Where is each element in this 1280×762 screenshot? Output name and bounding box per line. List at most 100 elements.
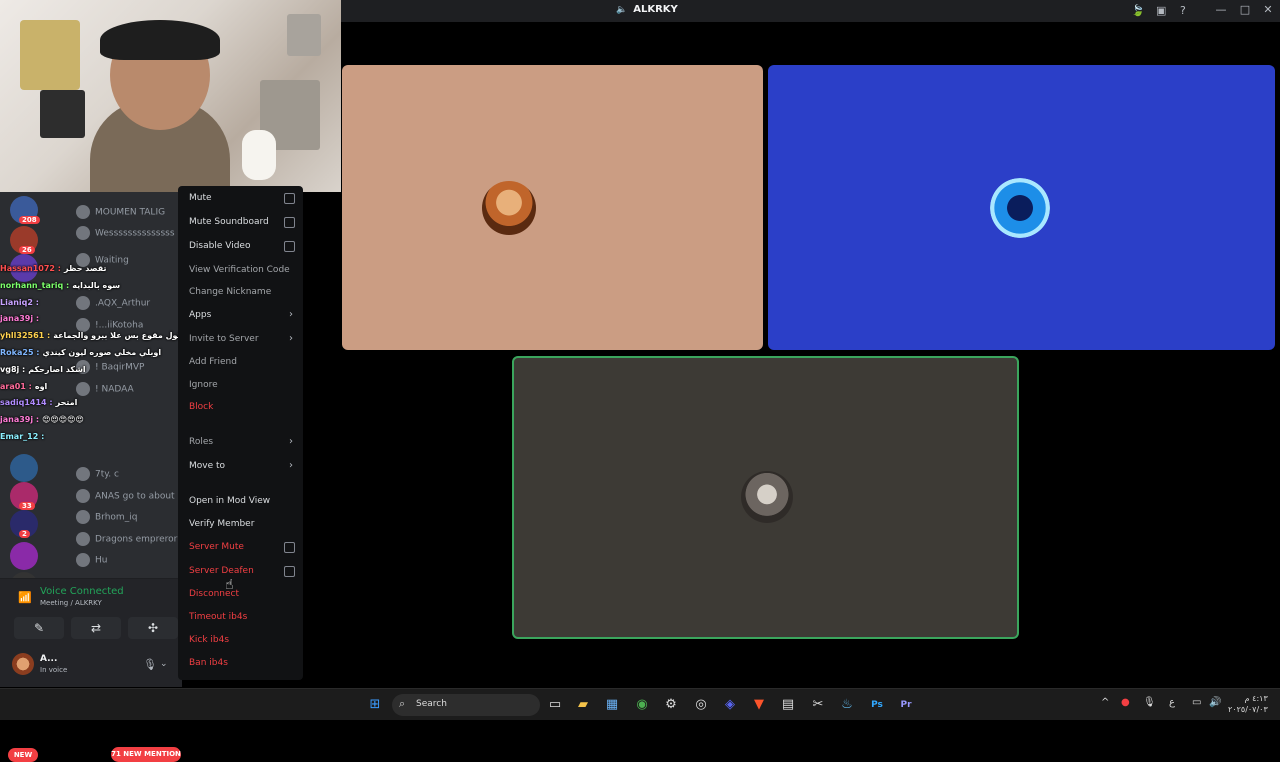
- avatar: [76, 489, 90, 503]
- chat-text: سوه بالبدايه: [72, 280, 121, 290]
- chevron-right-icon: ›: [289, 460, 293, 471]
- checkbox[interactable]: [284, 241, 295, 252]
- chevron-right-icon: ›: [289, 436, 293, 447]
- checkbox[interactable]: [284, 217, 295, 228]
- premiere-icon[interactable]: Pr: [896, 695, 916, 715]
- taskbar-search[interactable]: ⌕ Search: [392, 694, 540, 716]
- participant-tile-speaking[interactable]: [512, 356, 1019, 639]
- menu-roles[interactable]: Roles ›: [189, 433, 297, 451]
- menu-apps[interactable]: Apps ›: [189, 306, 297, 324]
- avatar[interactable]: [12, 653, 34, 675]
- member-name: ANAS go to about n: [95, 491, 184, 502]
- play-button-plaque: [20, 20, 80, 90]
- menu-item-label: Ban ib4s: [189, 658, 228, 668]
- menu-server-deafen[interactable]: Server Deafen: [189, 562, 297, 580]
- new-unread-pill[interactable]: NEW: [8, 748, 38, 762]
- document-icon[interactable]: ▤: [778, 695, 798, 715]
- checkbox[interactable]: [284, 542, 295, 553]
- store-icon[interactable]: ▦: [602, 695, 622, 715]
- member-item[interactable]: 7ty. c: [76, 467, 119, 483]
- tray-app-icon[interactable]: ●: [1121, 697, 1130, 708]
- clock-date: ٢٠٢٥/٠٧/٠٣: [1228, 705, 1268, 714]
- close-button[interactable]: ✕: [1259, 3, 1277, 16]
- chat-message: jana39j : 😍😍😍😍😍: [0, 415, 84, 424]
- menu-mute[interactable]: Mute: [189, 189, 297, 207]
- chat-username: Emar_12 :: [0, 432, 45, 441]
- language-icon[interactable]: ع: [1169, 697, 1175, 708]
- server-icon[interactable]: [10, 542, 38, 570]
- member-item[interactable]: MOUMEN TALIG: [76, 205, 165, 221]
- menu-item-label: Mute: [189, 193, 212, 203]
- menu-change-nickname[interactable]: Change Nickname: [189, 283, 297, 301]
- server-badge: 2: [19, 530, 30, 538]
- discord-icon[interactable]: ◈: [720, 695, 740, 715]
- network-icon[interactable]: ▭: [1192, 697, 1201, 708]
- taskbar-clock[interactable]: ٤:١٣ م ٢٠٢٥/٠٧/٠٣: [1228, 693, 1268, 715]
- video-off-button[interactable]: ✎: [14, 617, 64, 639]
- app-icon-1[interactable]: ⚙: [661, 695, 681, 715]
- chevron-right-icon: ›: [289, 309, 293, 320]
- menu-disconnect[interactable]: Disconnect: [189, 585, 297, 603]
- capcut-icon[interactable]: ✂: [808, 695, 828, 715]
- inbox-icon[interactable]: ▣: [1156, 4, 1166, 17]
- microphone-icon[interactable]: 🎙: [143, 658, 157, 671]
- chat-username: jana39j :: [0, 415, 40, 425]
- chevron-down-icon[interactable]: ⌄: [160, 659, 168, 669]
- obs-icon[interactable]: ◎: [691, 695, 711, 715]
- menu-timeout[interactable]: Timeout ib4s: [189, 608, 297, 626]
- menu-mute-soundboard[interactable]: Mute Soundboard: [189, 213, 297, 231]
- menu-disable-video[interactable]: Disable Video: [189, 237, 297, 255]
- screen-share-icon: ⇄: [90, 621, 102, 635]
- leaf-icon[interactable]: 🍃: [1131, 4, 1145, 17]
- menu-invite-to-server[interactable]: Invite to Server ›: [189, 330, 297, 348]
- menu-block[interactable]: Block: [189, 398, 297, 416]
- steam-icon[interactable]: ♨: [837, 695, 857, 715]
- photoshop-icon[interactable]: Ps: [867, 695, 887, 715]
- menu-server-mute[interactable]: Server Mute: [189, 538, 297, 556]
- maximize-button[interactable]: □: [1236, 3, 1254, 16]
- member-item[interactable]: Wessssssssssssss: [76, 226, 175, 242]
- screen-share-button[interactable]: ⇄: [71, 617, 121, 639]
- member-item[interactable]: Hu: [76, 553, 107, 569]
- member-name: Brhom_iq: [95, 512, 138, 523]
- member-name: Wessssssssssssss: [95, 228, 175, 239]
- checkbox[interactable]: [284, 566, 295, 577]
- menu-kick[interactable]: Kick ib4s: [189, 631, 297, 649]
- start-icon[interactable]: ⊞: [365, 695, 385, 715]
- menu-ban[interactable]: Ban ib4s: [189, 654, 297, 672]
- participant-tile-2[interactable]: [768, 65, 1275, 350]
- menu-item-label: View Verification Code: [189, 265, 290, 275]
- chevron-up-icon[interactable]: ^: [1101, 697, 1109, 708]
- server-badge: 33: [19, 502, 35, 510]
- member-item[interactable]: Dragons emprerorr: [76, 532, 181, 548]
- voice-status[interactable]: Voice Connected: [40, 586, 124, 597]
- minimize-button[interactable]: —: [1212, 3, 1230, 16]
- brave-icon[interactable]: ▼: [749, 695, 769, 715]
- chat-username: Roka25 :: [0, 348, 40, 357]
- new-mentions-pill[interactable]: 71 NEW MENTION: [111, 747, 181, 762]
- menu-view-verification-code[interactable]: View Verification Code: [189, 261, 297, 279]
- activities-button[interactable]: ✣: [128, 617, 178, 639]
- microphone-tray-icon[interactable]: 🎙: [1143, 697, 1156, 708]
- menu-verify-member[interactable]: Verify Member: [189, 515, 297, 533]
- chat-text: اوه: [34, 381, 48, 391]
- menu-move-to[interactable]: Move to ›: [189, 457, 297, 475]
- member-item[interactable]: ANAS go to about n: [76, 489, 183, 505]
- voice-channel[interactable]: Meeting / ALKRKY: [40, 599, 102, 607]
- volume-icon[interactable]: 🔊: [1209, 697, 1221, 708]
- avatar: [76, 467, 90, 481]
- participant-tile-1[interactable]: [342, 65, 763, 350]
- menu-item-label: Block: [189, 402, 214, 412]
- menu-item-label: Server Mute: [189, 542, 244, 552]
- menu-ignore[interactable]: Ignore: [189, 376, 297, 394]
- menu-add-friend[interactable]: Add Friend: [189, 353, 297, 371]
- file-explorer-icon[interactable]: ▰: [573, 695, 593, 715]
- checkbox[interactable]: [284, 193, 295, 204]
- chrome-icon[interactable]: ◉: [632, 695, 652, 715]
- server-icon[interactable]: [10, 454, 38, 482]
- menu-open-mod-view[interactable]: Open in Mod View: [189, 492, 297, 510]
- chat-username: vg8j :: [0, 364, 26, 374]
- member-item[interactable]: Brhom_iq: [76, 510, 137, 526]
- help-icon[interactable]: ?: [1180, 4, 1186, 17]
- task-view-icon[interactable]: ▭: [545, 695, 565, 715]
